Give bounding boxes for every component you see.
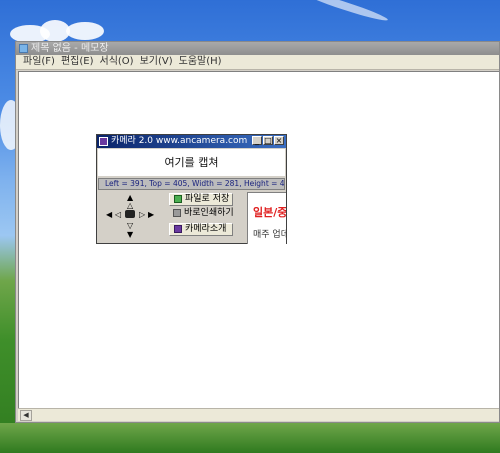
menu-view[interactable]: 보기(V) bbox=[137, 55, 176, 69]
notepad-menubar: 파일(F) 편집(E) 서식(O) 보기(V) 도움말(H) bbox=[16, 55, 499, 70]
scroll-left-icon[interactable]: ◀ bbox=[20, 410, 32, 421]
maximize-button[interactable]: □ bbox=[263, 136, 273, 145]
nudge-down-icon[interactable]: ▽ bbox=[127, 222, 133, 230]
notepad-title: 제목 없음 - 메모장 bbox=[31, 43, 109, 54]
print-now-label: 바로인쇄하기 bbox=[184, 208, 234, 218]
capture-coordinates: Left = 391, Top = 405, Width = 281, Heig… bbox=[98, 178, 285, 190]
arrow-left-icon[interactable]: ◀ bbox=[106, 211, 112, 219]
capture-preview: 일본/중 매주 업데 bbox=[247, 192, 286, 244]
about-camera-label: 카메라소개 bbox=[185, 224, 227, 234]
nudge-left-icon[interactable]: ◁ bbox=[115, 211, 121, 219]
direction-pad: ▲ △ ◀ ◁ ▷ ▶ ▽ ▼ bbox=[105, 193, 155, 241]
notepad-titlebar[interactable]: 제목 없음 - 메모장 bbox=[16, 42, 499, 55]
save-to-file-label: 파일로 저장 bbox=[185, 194, 230, 204]
camera-icon[interactable] bbox=[125, 210, 135, 218]
cloud bbox=[66, 22, 104, 40]
arrow-right-icon[interactable]: ▶ bbox=[148, 211, 154, 219]
about-camera-button[interactable]: 카메라소개 bbox=[169, 223, 233, 236]
capture-area[interactable]: 여기를 캡쳐 bbox=[98, 149, 285, 176]
preview-subtext: 매주 업데 bbox=[253, 230, 286, 240]
preview-headline: 일본/중 bbox=[253, 206, 286, 219]
camera-title: 카메라 2.0 www.ancamera.com bbox=[111, 136, 248, 146]
menu-format[interactable]: 서식(O) bbox=[97, 55, 137, 69]
printer-icon bbox=[173, 209, 181, 217]
close-button[interactable]: × bbox=[274, 136, 284, 145]
cloud bbox=[300, 0, 390, 24]
horizontal-scrollbar[interactable]: ◀ bbox=[18, 408, 499, 421]
camera-titlebar[interactable]: 카메라 2.0 www.ancamera.com _ □ × bbox=[97, 135, 286, 148]
menu-help[interactable]: 도움말(H) bbox=[176, 55, 225, 69]
menu-file[interactable]: 파일(F) bbox=[20, 55, 58, 69]
arrow-down-icon[interactable]: ▼ bbox=[127, 231, 133, 239]
desktop-grass bbox=[0, 423, 500, 453]
save-icon bbox=[174, 195, 182, 203]
save-to-file-button[interactable]: 파일로 저장 bbox=[169, 193, 233, 206]
print-now-button[interactable]: 바로인쇄하기 bbox=[169, 208, 234, 221]
notepad-icon bbox=[19, 44, 28, 53]
menu-edit[interactable]: 편집(E) bbox=[58, 55, 97, 69]
camera-window: 카메라 2.0 www.ancamera.com _ □ × 여기를 캡쳐 Le… bbox=[96, 134, 287, 244]
camera-logo-icon bbox=[174, 225, 182, 233]
camera-app-icon bbox=[99, 137, 108, 146]
nudge-right-icon[interactable]: ▷ bbox=[139, 211, 145, 219]
minimize-button[interactable]: _ bbox=[252, 136, 262, 145]
nudge-up-icon[interactable]: △ bbox=[127, 202, 133, 210]
